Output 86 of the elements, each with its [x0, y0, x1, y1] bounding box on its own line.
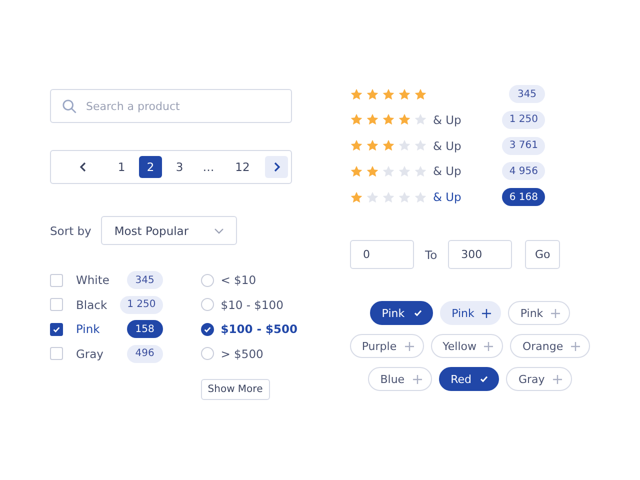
check-icon — [52, 324, 61, 334]
star-icon — [414, 164, 427, 178]
star-icon — [350, 164, 363, 178]
color-tag[interactable]: Yellow — [430, 334, 504, 358]
count-pill[interactable]: 1 250 — [502, 110, 545, 129]
star-icon — [414, 113, 427, 126]
page-button[interactable]: 2 — [139, 156, 162, 178]
star-icon — [366, 113, 379, 126]
star-icon — [366, 139, 379, 152]
star-icon — [382, 139, 395, 152]
star-icon — [414, 139, 427, 152]
count-pill[interactable]: 3 761 — [502, 136, 545, 155]
star-icon — [382, 113, 395, 126]
star-icon — [382, 190, 395, 204]
page-button[interactable]: 3 — [168, 156, 191, 178]
count-pill: 1 250 — [120, 296, 163, 314]
color-tag[interactable]: Gray — [506, 367, 572, 392]
star-icon — [366, 88, 379, 100]
show-more-button[interactable]: Show More — [200, 379, 270, 400]
min-price-field[interactable]: 0 — [350, 240, 414, 270]
star-icon — [350, 139, 363, 152]
star-icon — [398, 113, 411, 126]
color-tag[interactable]: Pink — [440, 301, 502, 326]
price-option-label: $100 - $500 — [220, 322, 298, 336]
plus-icon — [404, 342, 414, 351]
color-option-label: White — [76, 273, 110, 287]
price-option-label: $10 - $100 — [220, 298, 284, 312]
star-icon — [398, 164, 411, 178]
count-pill[interactable]: 4 956 — [502, 162, 545, 180]
max-price-field[interactable]: 300 — [448, 240, 512, 270]
sort-label: Sort by — [50, 224, 92, 238]
color-tag[interactable]: Pink — [508, 301, 570, 326]
count-pill[interactable]: 345 — [509, 85, 545, 103]
page-button[interactable]: 12 — [231, 156, 254, 178]
radio-button[interactable] — [200, 322, 214, 336]
search-icon — [62, 99, 77, 114]
chevron-down-icon — [214, 228, 224, 234]
color-tag[interactable]: Purple — [350, 334, 424, 358]
count-pill: 496 — [126, 344, 163, 362]
check-icon — [412, 308, 423, 318]
color-option-label: Black — [76, 298, 108, 312]
star-icon — [350, 88, 363, 100]
star-icon — [382, 164, 395, 178]
plus-icon — [482, 308, 492, 318]
star-icon — [366, 164, 379, 178]
sort-dropdown[interactable]: Most Popular — [101, 216, 238, 245]
checkbox[interactable] — [50, 322, 63, 336]
star-icon — [414, 88, 427, 100]
chevron-left-icon — [78, 162, 86, 172]
and-up-label: & Up — [433, 138, 462, 153]
count-pill: 158 — [126, 320, 163, 338]
page-button[interactable]: 1 — [110, 156, 133, 178]
star-icon — [350, 113, 363, 126]
color-option-label: Gray — [76, 346, 104, 360]
next-page-button[interactable] — [265, 156, 288, 178]
and-up-label: & Up — [433, 190, 462, 204]
page-button[interactable]: … — [197, 156, 220, 178]
star-icon — [398, 190, 411, 204]
count-pill[interactable]: 6 168 — [502, 188, 545, 206]
price-option-label: > $500 — [220, 346, 264, 360]
check-icon — [202, 324, 212, 334]
to-label: To — [425, 248, 438, 262]
and-up-label: & Up — [433, 112, 462, 127]
price-option-label: < $10 — [220, 273, 256, 287]
color-tag[interactable]: Pink — [370, 301, 433, 326]
check-icon — [479, 374, 490, 384]
color-tag[interactable]: Blue — [368, 367, 432, 392]
plus-icon — [551, 308, 560, 318]
search-field[interactable]: Search a product — [50, 89, 292, 123]
color-tag[interactable]: Orange — [510, 334, 590, 358]
star-icon — [366, 190, 379, 204]
count-pill: 345 — [126, 271, 163, 289]
color-option-label: Pink — [76, 322, 100, 336]
go-button[interactable]: Go — [525, 240, 560, 270]
star-icon — [398, 88, 411, 100]
star-icon — [398, 139, 411, 152]
star-icon — [414, 190, 427, 204]
plus-icon — [412, 374, 422, 384]
color-tag[interactable]: Red — [438, 367, 500, 392]
plus-icon — [484, 342, 494, 351]
plus-icon — [571, 342, 580, 351]
chevron-right-icon — [272, 162, 280, 172]
plus-icon — [552, 374, 562, 384]
and-up-label: & Up — [433, 164, 462, 178]
star-icon — [350, 190, 363, 204]
star-icon — [382, 88, 395, 100]
